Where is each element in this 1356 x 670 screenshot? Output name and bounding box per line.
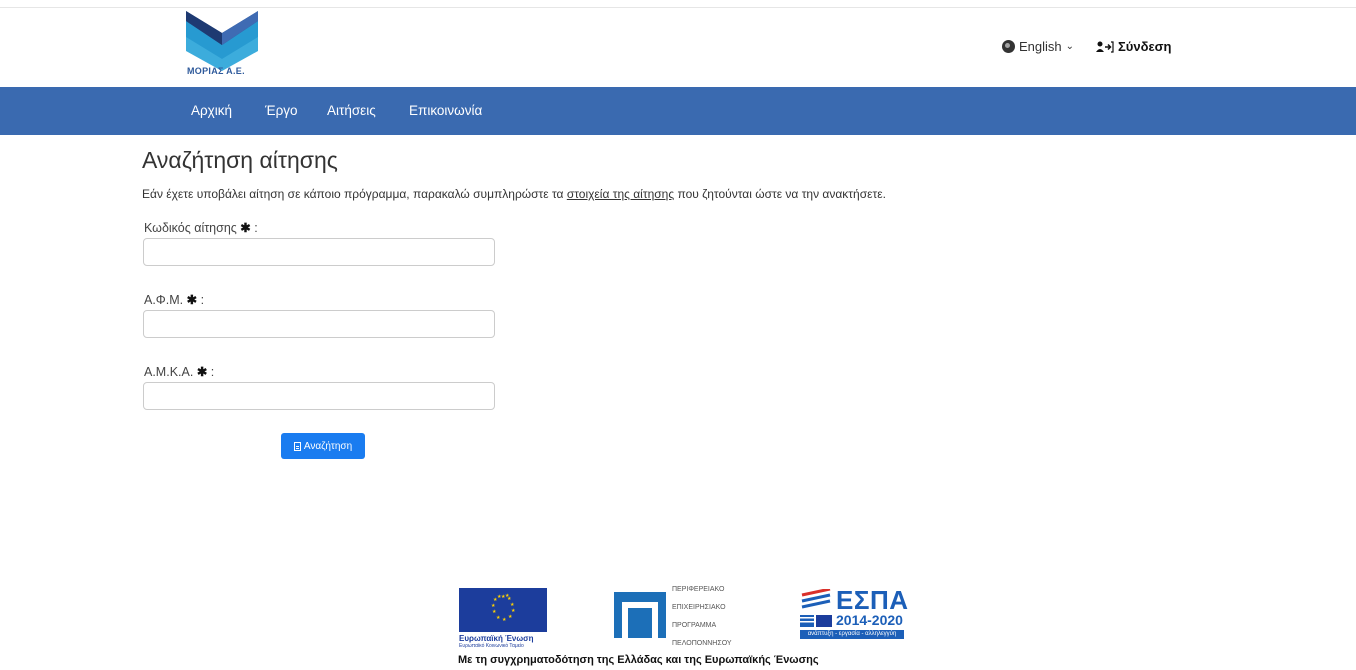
espa-chevrons-icon xyxy=(801,589,831,609)
svg-text:★: ★ xyxy=(491,603,496,609)
page-title: Αναζήτηση αίτησης xyxy=(142,147,338,173)
intro-after: που ζητούνται ώστε να την ανακτήσετε. xyxy=(674,187,886,201)
eu-fund: Ευρωπαϊκό Κοινωνικό Ταμείο xyxy=(459,643,524,649)
nav-item-project[interactable]: Έργο xyxy=(265,103,298,118)
funding-text: Με τη συγχρηματοδότηση της Ελλάδας και τ… xyxy=(458,654,819,666)
nav-item-home[interactable]: Αρχική xyxy=(191,103,232,118)
required-asterisk-icon: ✱ xyxy=(186,293,198,307)
logo-text: ΜΟΡΙΑΣ Α.Ε. xyxy=(187,66,245,76)
eu-name: Ευρωπαϊκή Ένωση xyxy=(459,634,534,643)
nav-item-contact[interactable]: Επικοινωνία xyxy=(409,103,482,118)
login-label: Σύνδεση xyxy=(1118,39,1172,54)
language-selector[interactable]: English ⌄ xyxy=(1002,39,1074,54)
login-icon xyxy=(1096,40,1114,53)
intro-before: Εάν έχετε υποβάλει αίτηση σε κάποιο πρόγ… xyxy=(142,187,567,201)
greek-eu-flags-icon xyxy=(800,615,832,627)
search-button-label: Αναζήτηση xyxy=(303,440,353,452)
language-label: English xyxy=(1019,39,1062,54)
svg-text:★: ★ xyxy=(497,594,502,600)
login-link[interactable]: Σύνδεση xyxy=(1096,39,1172,54)
svg-text:★: ★ xyxy=(505,593,510,599)
afm-label: Α.Φ.Μ. ✱ : xyxy=(144,293,205,307)
required-asterisk-icon: ✱ xyxy=(196,365,208,379)
intro-text: Εάν έχετε υποβάλει αίτηση σε κάποιο πρόγ… xyxy=(142,187,886,201)
pep-line-3: ΠΡΟΓΡΑΜΜΑ xyxy=(672,622,717,629)
svg-text:★: ★ xyxy=(502,617,507,623)
espa-years: 2014-2020 xyxy=(836,612,903,628)
search-button[interactable]: Αναζήτηση xyxy=(281,433,365,459)
pep-line-2: ΕΠΙΧΕΙΡΗΣΙΑΚΟ xyxy=(672,604,726,611)
eu-flag-icon: ★ ★ ★ ★ ★ ★ ★ ★ ★ ★ ★ ★ xyxy=(459,588,547,632)
top-border xyxy=(0,0,1356,8)
amka-label: Α.Μ.Κ.Α. ✱ : xyxy=(144,365,215,379)
pep-line-4: ΠΕΛΟΠΟΝΝΗΣΟΥ xyxy=(672,640,732,647)
amka-input[interactable] xyxy=(143,382,495,410)
application-code-input[interactable] xyxy=(143,238,495,266)
pep-logo-icon xyxy=(614,592,666,638)
pep-line-1: ΠΕΡΙΦΕΡΕΙΑΚΟ xyxy=(672,586,725,593)
svg-text:★: ★ xyxy=(496,615,501,621)
main-navbar: Αρχική Έργο Αιτήσεις Επικοινωνία xyxy=(0,87,1356,135)
document-icon xyxy=(293,441,301,451)
globe-icon xyxy=(1002,40,1015,53)
svg-text:★: ★ xyxy=(508,614,513,620)
svg-text:★: ★ xyxy=(492,609,497,615)
espa-slogan: ανάπτυξη - εργασία - αλληλεγγύη xyxy=(800,630,904,639)
required-asterisk-icon: ✱ xyxy=(240,221,251,235)
chevron-down-icon: ⌄ xyxy=(1065,41,1075,52)
application-details-link[interactable]: στοιχεία της αίτησης xyxy=(567,187,674,201)
nav-item-applications[interactable]: Αιτήσεις xyxy=(327,103,376,118)
application-code-label: Κωδικός αίτησης ✱ : xyxy=(144,221,258,235)
afm-input[interactable] xyxy=(143,310,495,338)
